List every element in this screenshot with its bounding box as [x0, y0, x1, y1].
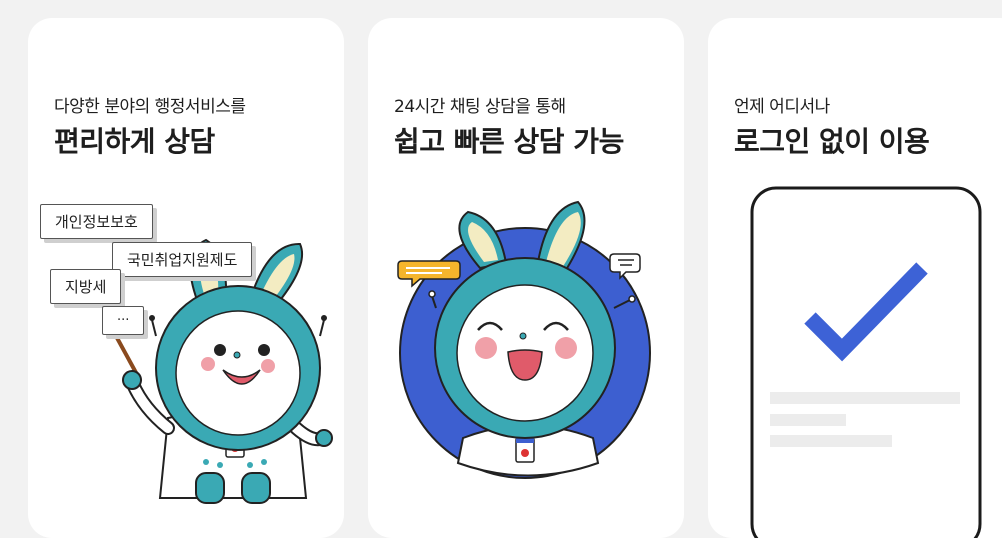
- tag-privacy: 개인정보보호: [40, 204, 153, 239]
- feature-card-no-login: 언제 어디서나 로그인 없이 이용: [708, 18, 1002, 538]
- tag-employment-support: 국민취업지원제도: [112, 242, 253, 277]
- feature-card-24h: 24시간 채팅 상담을 통해 쉽고 빠른 상담 가능: [368, 18, 684, 538]
- tag-local-tax: 지방세: [50, 269, 122, 304]
- tag-more: ···: [102, 306, 145, 335]
- placeholder-line: [770, 414, 846, 426]
- mascot-chat-illustration: [397, 200, 651, 479]
- placeholder-line: [770, 435, 892, 447]
- phone-check-illustration: [750, 186, 982, 538]
- placeholder-line: [770, 392, 960, 404]
- feature-card-variety: 다양한 분야의 행정서비스를 편리하게 상담 개인정보보호 국민취업지원제도 지…: [28, 18, 344, 538]
